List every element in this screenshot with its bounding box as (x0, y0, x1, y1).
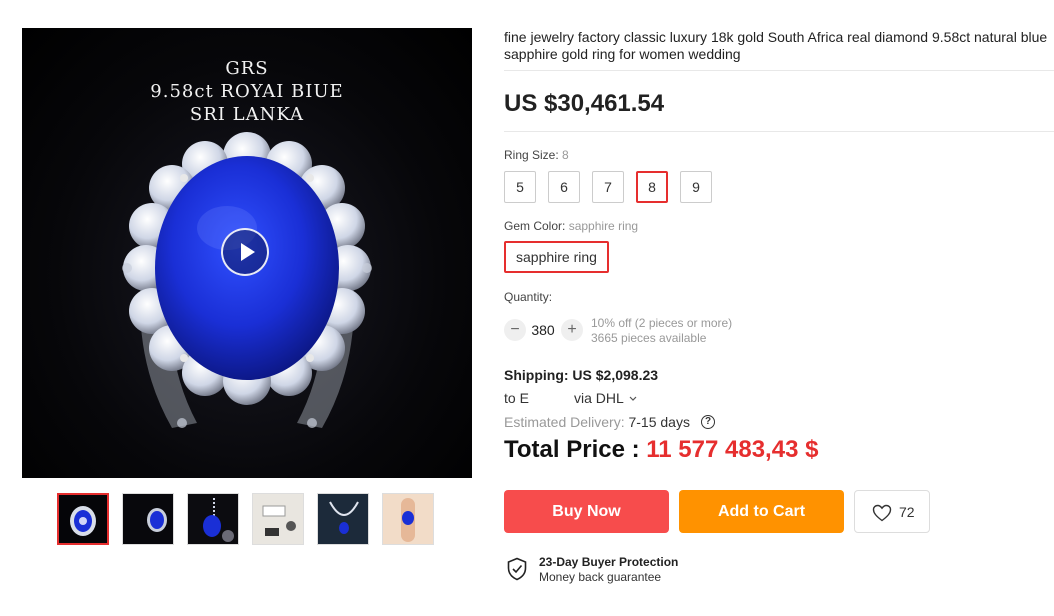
add-to-cart-button[interactable]: Add to Cart (679, 490, 844, 533)
buyer-protection-subtitle: Money back guarantee (539, 570, 662, 584)
wishlist-button[interactable]: 72 (854, 490, 930, 533)
size-option-6[interactable]: 6 (548, 171, 580, 203)
shield-check-icon (507, 557, 527, 581)
gem-color-selected-value: sapphire ring (568, 219, 639, 233)
total-price-amount: 11 577 483,43 $ (646, 436, 819, 463)
overlay-text-line-2: 9.58ct ROYAI BIUE (150, 81, 344, 102)
thumbnail-2[interactable] (122, 493, 174, 545)
thumbnail-3[interactable] (187, 493, 239, 545)
ring-size-label-row: Ring Size: 8 (504, 148, 569, 162)
total-price-label: Total Price : (504, 436, 640, 463)
wishlist-count: 72 (899, 504, 915, 520)
play-icon[interactable] (221, 228, 269, 276)
ring-size-label: Ring Size: (504, 148, 559, 162)
thumbnail-4[interactable] (252, 493, 304, 545)
overlay-text-line-3: SRI LANKA (189, 104, 305, 125)
heart-icon (872, 504, 892, 522)
divider (504, 70, 1054, 71)
size-option-5[interactable]: 5 (504, 171, 536, 203)
buy-now-button[interactable]: Buy Now (504, 490, 669, 533)
help-circle-icon[interactable]: ? (701, 415, 715, 429)
quantity-discount-note: 10% off (2 pieces or more) (591, 316, 733, 330)
size-option-8[interactable]: 8 (636, 171, 668, 203)
product-price: US $30,461.54 (504, 90, 665, 117)
gem-color-label-row: Gem Color: sapphire ring (504, 219, 638, 233)
size-option-7[interactable]: 7 (592, 171, 624, 203)
ring-size-selected-value: 8 (562, 148, 569, 162)
divider (504, 131, 1054, 132)
shipping-method: via DHL (574, 390, 624, 406)
quantity-increase-button[interactable]: + (561, 319, 583, 341)
buyer-protection-title: 23-Day Buyer Protection (539, 555, 679, 569)
quantity-available: 3665 pieces available (591, 331, 707, 345)
gem-color-label: Gem Color: (504, 219, 566, 233)
gem-color-option[interactable]: sapphire ring (504, 241, 609, 273)
thumbnail-1[interactable] (57, 493, 109, 545)
main-product-image[interactable]: GRS 9.58ct ROYAI BIUE SRI LANKA (22, 28, 472, 478)
shipping-method-select[interactable]: via DHL (574, 390, 637, 406)
estimated-delivery-days: 7-15 days (628, 414, 690, 430)
quantity-label: Quantity: (504, 290, 553, 304)
overlay-text-line-1: GRS (225, 58, 269, 79)
thumbnail-6[interactable] (382, 493, 434, 545)
quantity-decrease-button[interactable]: − (504, 319, 526, 341)
estimated-delivery: Estimated Delivery: 7-15 days (504, 414, 690, 430)
thumbnail-5[interactable] (317, 493, 369, 545)
ship-to-country[interactable]: to E (504, 390, 529, 406)
quantity-input[interactable]: 380 (526, 322, 560, 338)
chevron-down-icon (629, 396, 637, 402)
product-title: fine jewelry factory classic luxury 18k … (504, 29, 1048, 62)
total-price: Total Price : 11 577 483,43 $ (504, 436, 818, 464)
estimated-delivery-label: Estimated Delivery: (504, 414, 625, 430)
shipping-cost: Shipping: US $2,098.23 (504, 367, 659, 383)
size-option-9[interactable]: 9 (680, 171, 712, 203)
